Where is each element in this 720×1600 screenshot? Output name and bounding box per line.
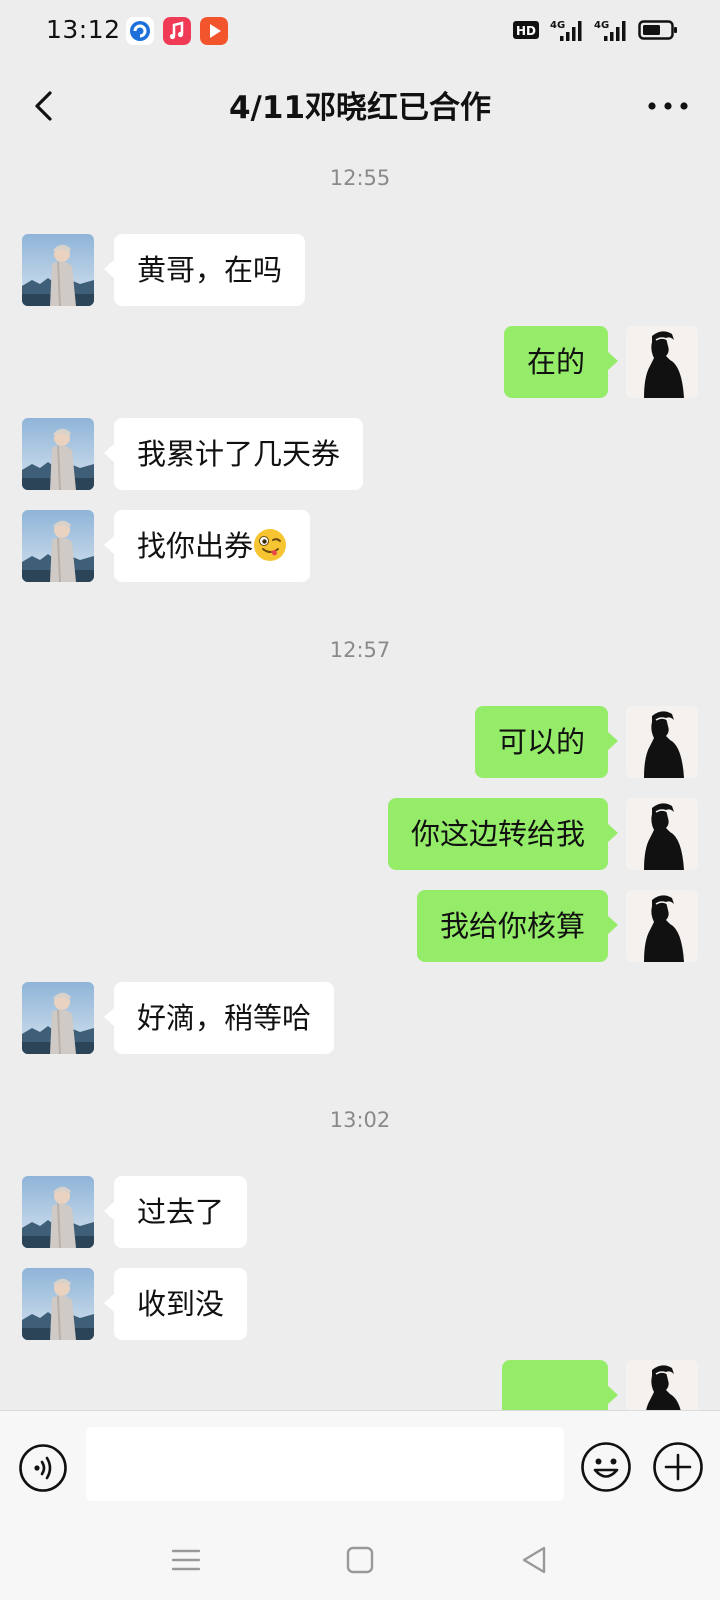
svg-text:HD: HD [516, 24, 536, 38]
message-row: 过去了 [0, 1176, 720, 1248]
message-row [0, 1360, 720, 1410]
status-indicators: HD 4G 4G [512, 18, 678, 42]
sent-message-bubble[interactable]: 在的 [503, 326, 619, 398]
my-avatar[interactable] [626, 706, 698, 778]
my-avatar[interactable] [626, 798, 698, 870]
menu-icon[interactable] [168, 1542, 204, 1578]
contact-avatar-image [22, 982, 94, 1054]
svg-text:4G: 4G [594, 20, 609, 31]
contact-avatar-image [22, 1176, 94, 1248]
sent-message-bubble[interactable]: 你这边转给我 [387, 798, 619, 870]
contact-avatar[interactable] [22, 418, 94, 490]
contact-avatar-image [22, 234, 94, 306]
chat-title: 4/11邓晓红已合作 [228, 90, 492, 126]
chat-header: 4/11邓晓红已合作 [0, 62, 720, 150]
message-input[interactable] [86, 1427, 564, 1501]
svg-text:4G: 4G [550, 20, 565, 31]
contact-avatar-image [22, 418, 94, 490]
received-message-bubble[interactable]: 我累计了几天券 [103, 418, 364, 490]
message-row: 找你出券 [0, 510, 720, 582]
my-avatar[interactable] [626, 890, 698, 962]
message-list[interactable]: 12:55 黄哥，在吗 在的 我累计了几天券 找你出券 12:57 可以的 你这… [0, 150, 720, 1410]
input-bar [0, 1410, 720, 1523]
contact-avatar[interactable] [22, 234, 94, 306]
emoji-icon[interactable] [580, 1441, 632, 1493]
winking-tongue-emoji [254, 529, 287, 561]
hd-icon: HD [513, 21, 539, 39]
message-row: 黄哥，在吗 [0, 234, 720, 306]
message-row: 可以的 [0, 706, 720, 778]
received-message-bubble[interactable]: 找你出券 [103, 510, 311, 582]
plus-icon[interactable] [652, 1441, 704, 1493]
contact-avatar[interactable] [22, 1268, 94, 1340]
video-app-icon [200, 17, 228, 45]
my-avatar-image [626, 798, 698, 870]
received-message-bubble[interactable]: 过去了 [103, 1176, 248, 1248]
sent-message-bubble[interactable]: 我给你核算 [416, 890, 619, 962]
contact-avatar-image [22, 1268, 94, 1340]
contact-avatar[interactable] [22, 982, 94, 1054]
my-avatar-image [626, 326, 698, 398]
message-row: 我累计了几天券 [0, 418, 720, 490]
my-avatar-image [626, 890, 698, 962]
my-avatar[interactable] [626, 326, 698, 398]
message-row: 我给你核算 [0, 890, 720, 962]
message-row: 好滴，稍等哈 [0, 982, 720, 1054]
timestamp: 12:57 [329, 638, 391, 662]
message-row: 你这边转给我 [0, 798, 720, 870]
home-icon[interactable] [342, 1542, 378, 1578]
contact-avatar[interactable] [22, 510, 94, 582]
received-message-bubble[interactable]: 黄哥，在吗 [103, 234, 306, 306]
music-app-icon [163, 17, 191, 45]
status-app-icons [126, 17, 228, 45]
chat-screen: 13:12 HD 4G 4G 4/11邓晓红已合作 12:55 黄哥，在吗 在的… [0, 0, 720, 1600]
status-bar: 13:12 HD 4G 4G [0, 0, 720, 62]
back-triangle-icon[interactable] [516, 1542, 552, 1578]
system-nav-bar [0, 1522, 720, 1600]
my-avatar-image [626, 706, 698, 778]
signal-icon-2: 4G [594, 20, 626, 41]
sent-message-bubble[interactable] [502, 1360, 618, 1410]
status-time: 13:12 [46, 15, 121, 44]
browser-app-icon [126, 17, 154, 45]
contact-avatar[interactable] [22, 1176, 94, 1248]
my-avatar[interactable] [626, 1360, 698, 1410]
received-message-bubble[interactable]: 好滴，稍等哈 [103, 982, 335, 1054]
message-row: 在的 [0, 326, 720, 398]
signal-icon-1: 4G [550, 20, 582, 41]
timestamp: 12:55 [329, 166, 391, 190]
more-dots-icon[interactable] [640, 84, 696, 128]
timestamp: 13:02 [329, 1108, 391, 1132]
my-avatar-image [626, 1360, 698, 1410]
battery-icon [638, 20, 677, 40]
message-row: 收到没 [0, 1268, 720, 1340]
message-text: 找你出券 [137, 529, 254, 563]
received-message-bubble[interactable]: 收到没 [103, 1268, 248, 1340]
sent-message-bubble[interactable]: 可以的 [474, 706, 619, 778]
contact-avatar-image [22, 510, 94, 582]
voice-icon[interactable] [18, 1443, 68, 1493]
